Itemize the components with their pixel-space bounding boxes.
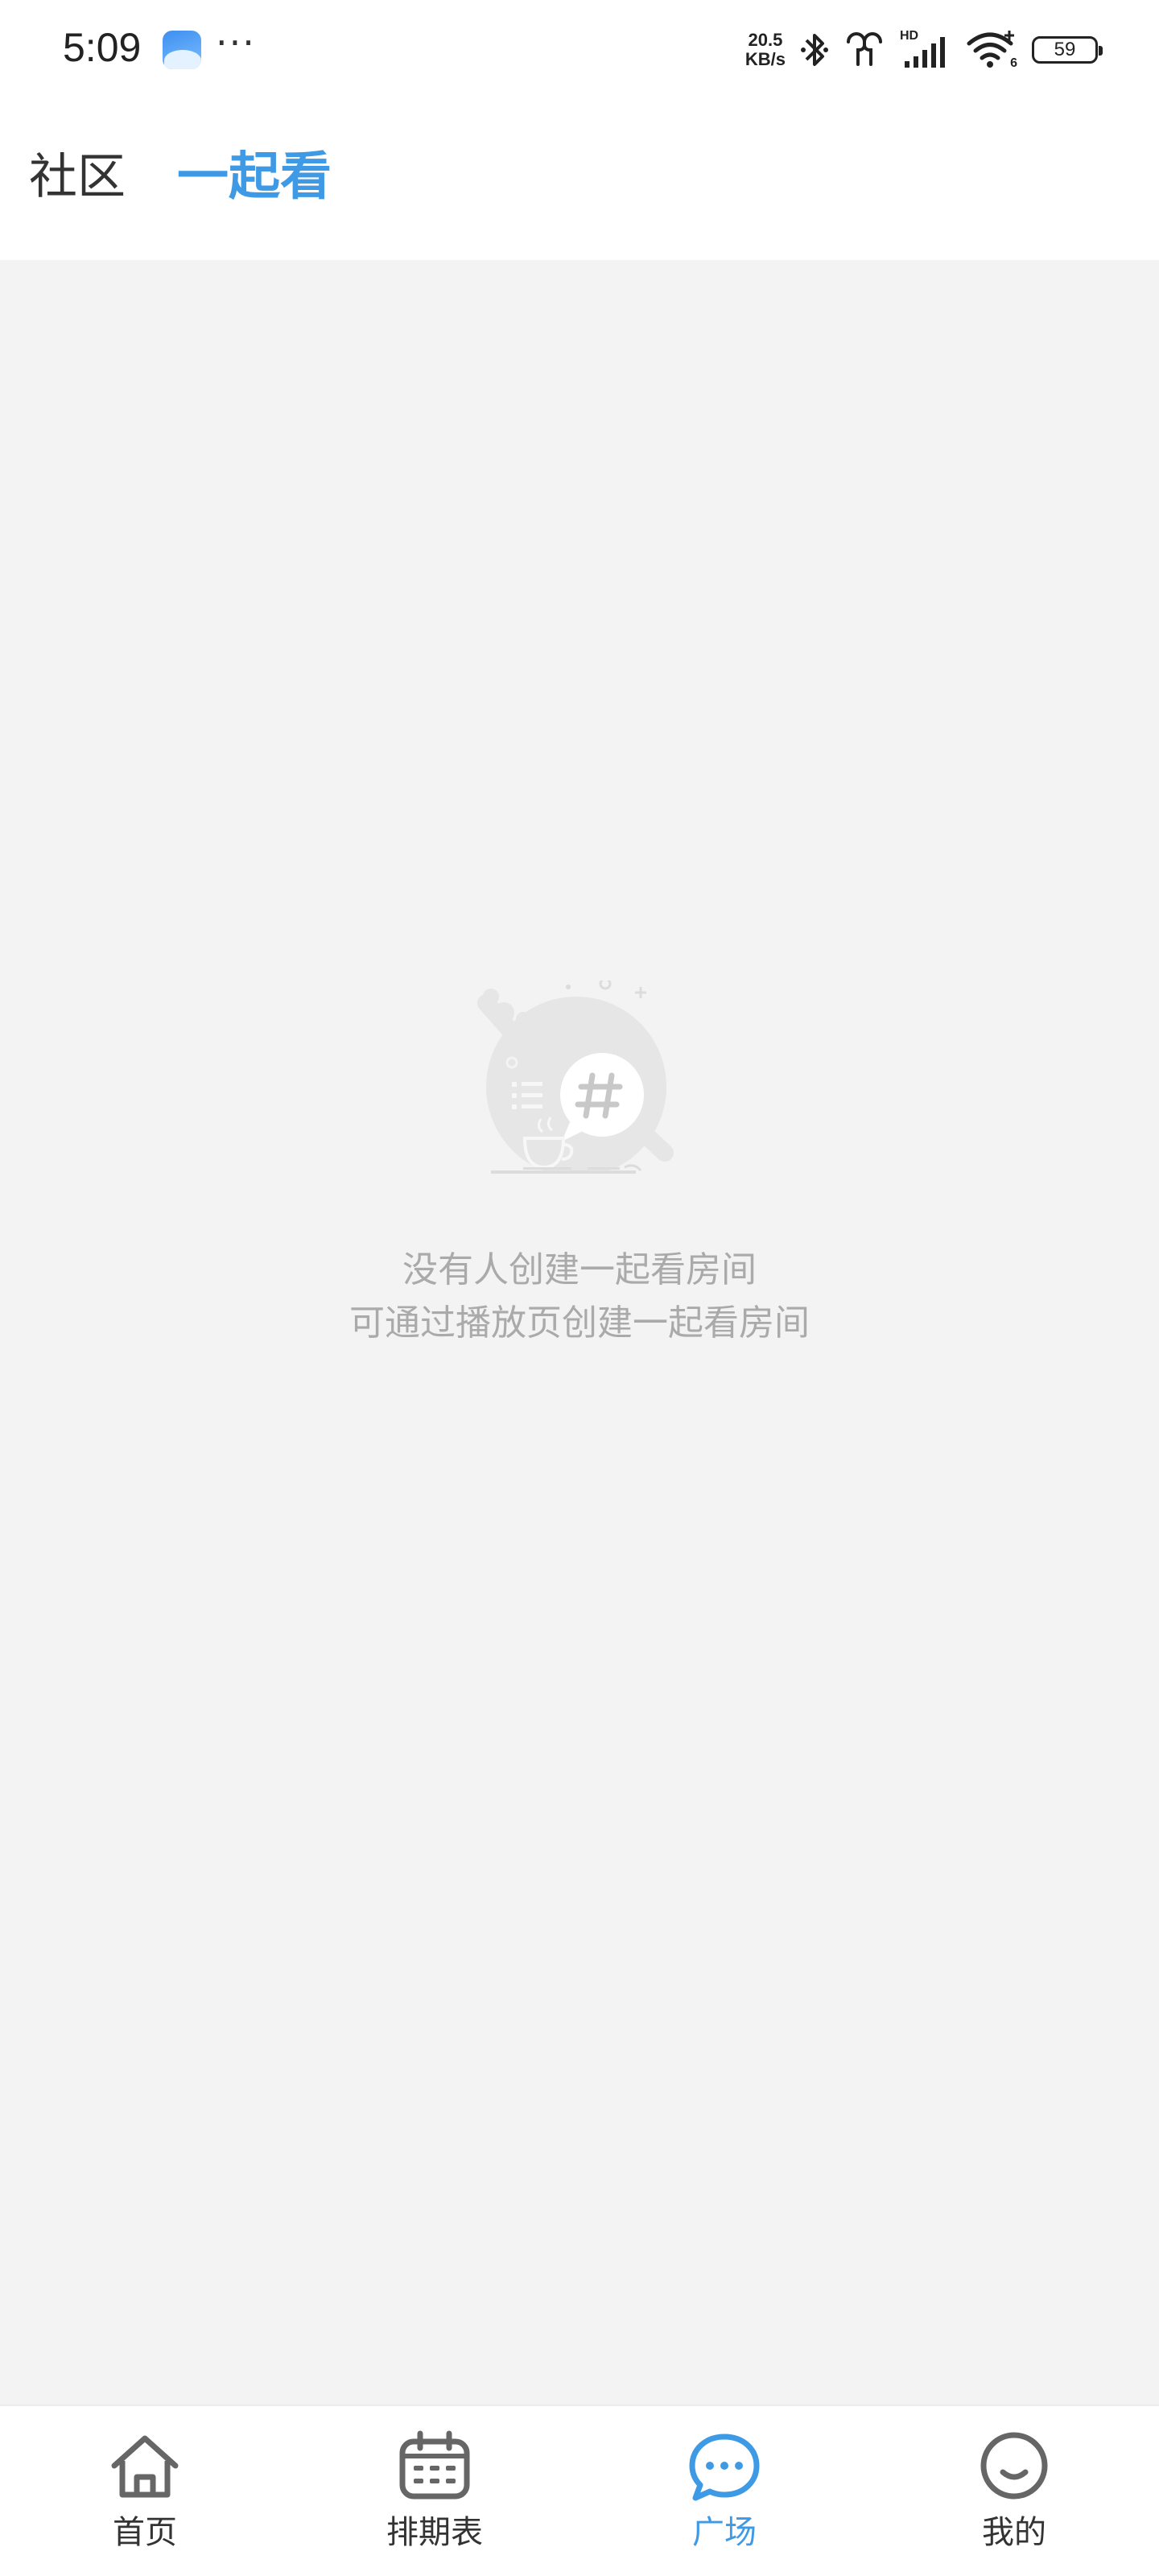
app-screen: 5:09 ··· 20.5 KB/s HD 6 59 社区 一起看 没有人创建一… <box>0 0 1159 2576</box>
status-bar: 5:09 ··· 20.5 KB/s HD 6 59 <box>0 0 1159 101</box>
nav-item-home[interactable]: 首页 <box>64 2430 225 2567</box>
network-speed-value: 20.5 <box>748 30 783 50</box>
bluetooth-icon <box>801 34 828 66</box>
bottom-navigation: 首页 排期表 广场 我的 <box>0 2405 1159 2576</box>
hashtag-chat-illustration-icon <box>477 980 674 1174</box>
home-icon <box>111 2435 179 2498</box>
wifi-version: 6 <box>1010 56 1017 70</box>
status-time: 5:09 <box>63 25 142 70</box>
status-icons: 20.5 KB/s HD 6 59 <box>745 24 1103 76</box>
battery-level: 59 <box>1054 39 1076 60</box>
notification-app-icon <box>163 31 201 69</box>
smile-icon <box>980 2432 1048 2500</box>
nav-label-home: 首页 <box>113 2514 177 2551</box>
network-speed-unit: KB/s <box>744 49 786 69</box>
empty-state-hint: 可通过播放页创建一起看房间 <box>349 1302 810 1344</box>
nav-label-schedule: 排期表 <box>386 2514 483 2551</box>
chat-bubble-icon <box>689 2434 760 2501</box>
tab-watch-together[interactable]: 一起看 <box>177 145 332 209</box>
room-list-area: 没有人创建一起看房间 可通过播放页创建一起看房间 <box>0 260 1159 2405</box>
signal-bars-icon <box>905 37 945 68</box>
calendar-icon <box>399 2430 470 2500</box>
nav-label-mine: 我的 <box>982 2514 1046 2551</box>
cell-signal: HD <box>900 29 951 71</box>
nav-label-plaza: 广场 <box>692 2514 757 2551</box>
battery-indicator: 59 <box>1032 36 1103 64</box>
earbuds-icon <box>847 32 882 66</box>
top-tab-bar: 社区 一起看 <box>0 101 1159 260</box>
nav-item-mine[interactable]: 我的 <box>934 2430 1095 2567</box>
nav-item-schedule[interactable]: 排期表 <box>354 2430 515 2567</box>
network-speed: 20.5 KB/s <box>745 31 786 69</box>
empty-state-title: 没有人创建一起看房间 <box>402 1249 757 1290</box>
nav-item-plaza[interactable]: 广场 <box>644 2430 805 2567</box>
tab-community[interactable]: 社区 <box>29 145 126 209</box>
wifi-status: 6 <box>966 29 1017 71</box>
more-notifications-icon: ··· <box>216 21 256 64</box>
